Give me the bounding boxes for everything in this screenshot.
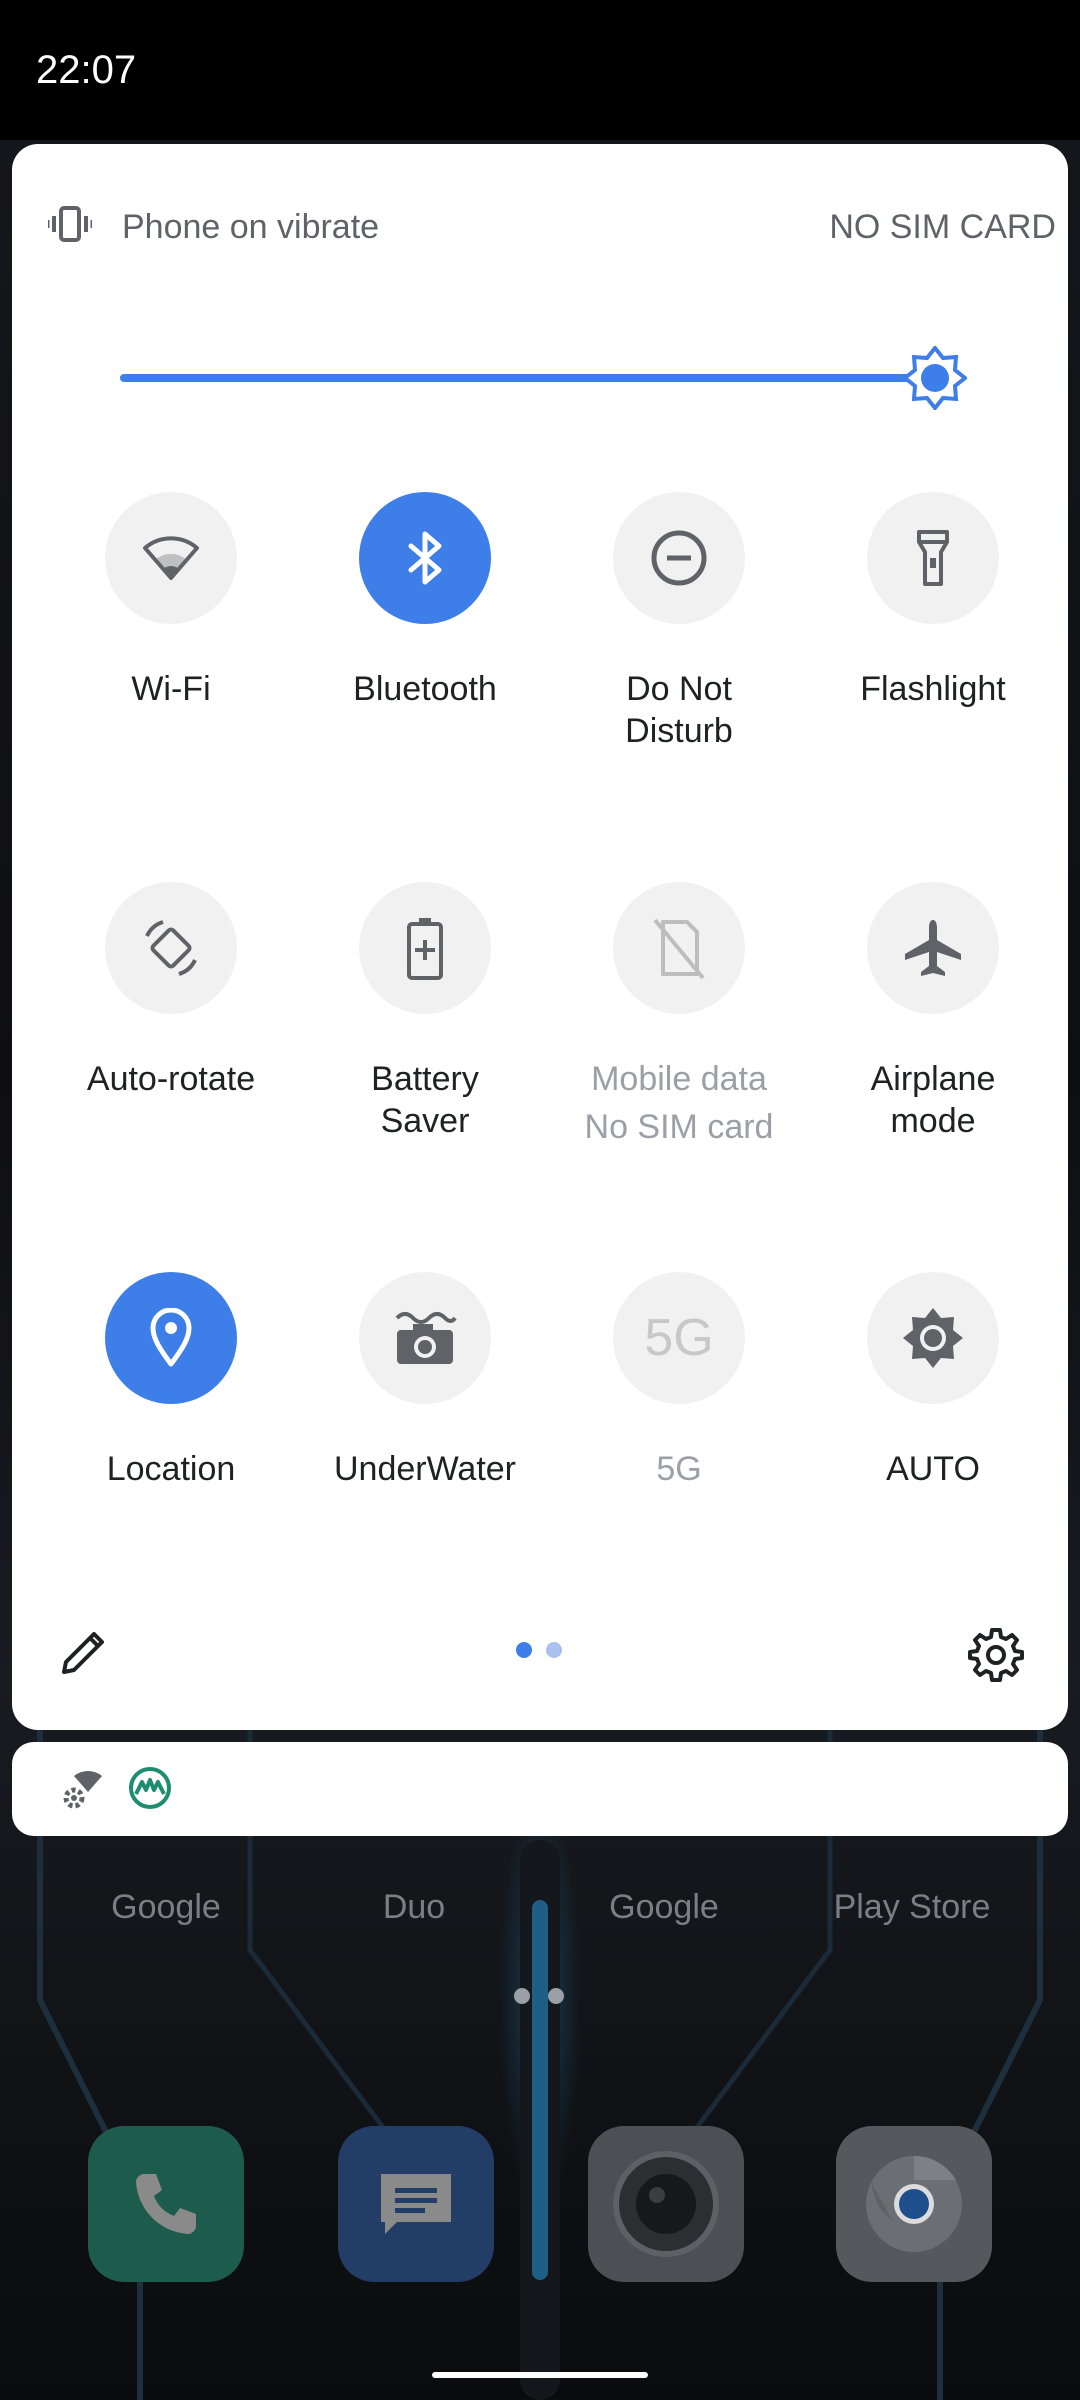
tile-auto-rotate-button[interactable]: [105, 882, 237, 1014]
tile-5g[interactable]: 5G 5G: [552, 1272, 806, 1490]
gesture-navigation-handle[interactable]: [432, 2372, 648, 2378]
edit-icon[interactable]: [56, 1624, 112, 1680]
tile-auto-brightness-button[interactable]: [867, 1272, 999, 1404]
tile-label: Location: [106, 1450, 236, 1488]
tile-wifi[interactable]: Wi-Fi: [44, 492, 298, 710]
carrier-text: NO SIM CARD: [829, 208, 1056, 246]
tile-underwater-button[interactable]: [359, 1272, 491, 1404]
tile-5g-button[interactable]: 5G: [613, 1272, 745, 1404]
tile-airplane-mode[interactable]: Airplane mode: [806, 882, 1060, 1142]
tile-dnd-button[interactable]: [613, 492, 745, 624]
tile-label: Wi-Fi: [131, 670, 211, 708]
auto-rotate-icon: [145, 920, 197, 976]
location-icon: [150, 1308, 192, 1367]
message-icon: [381, 2174, 451, 2234]
brightness-thumb-icon[interactable]: [903, 346, 967, 410]
qs-footer: [12, 1614, 1068, 1694]
tile-flashlight-button[interactable]: [867, 492, 999, 624]
airplane-icon: [905, 920, 961, 976]
tile-location[interactable]: Location: [44, 1272, 298, 1490]
tile-label: Flashlight: [860, 670, 1006, 708]
tile-label: Auto-rotate: [86, 1060, 256, 1098]
camera-lens-icon: [613, 2151, 719, 2257]
tile-label: Mobile data No SIM card: [584, 1060, 774, 1146]
tile-auto-rotate[interactable]: Auto-rotate: [44, 882, 298, 1100]
underwater-app-icon: [129, 1767, 171, 1809]
app-label-duo[interactable]: Duo: [304, 1888, 524, 1927]
app-label-google[interactable]: Google: [56, 1888, 276, 1927]
tile-label: UnderWater: [333, 1450, 517, 1488]
chrome-app-icon[interactable]: [836, 2126, 992, 2282]
brightness-slider[interactable]: [120, 338, 1000, 418]
tile-label: Battery Saver: [371, 1060, 479, 1140]
tile-label: Do Not Disturb: [625, 670, 733, 750]
app-label-play-store[interactable]: Play Store: [802, 1888, 1022, 1927]
notification-strip[interactable]: [12, 1742, 1068, 1836]
home-page-dot: [548, 1988, 564, 2004]
bluetooth-icon: [408, 531, 442, 585]
tile-label: Airplane mode: [870, 1060, 996, 1140]
quick-settings-panel: Phone on vibrate NO SIM CARD Wi-Fi Bluet…: [12, 144, 1068, 1730]
vibrate-icon[interactable]: [48, 204, 92, 244]
brightness-track[interactable]: [120, 374, 935, 382]
do-not-disturb-icon: [651, 530, 707, 586]
underwater-camera-icon: [395, 1312, 457, 1364]
page-indicator: [516, 1642, 576, 1662]
auto-brightness-icon: [903, 1308, 963, 1368]
camera-app-icon[interactable]: [588, 2126, 744, 2282]
tile-underwater[interactable]: UnderWater: [298, 1272, 552, 1490]
mobile-data-icon: [653, 918, 705, 980]
status-bar: 22:07: [0, 0, 1080, 140]
wifi-icon: [143, 536, 199, 580]
battery-saver-icon: [407, 918, 443, 980]
home-page-dot: [514, 1988, 530, 2004]
tile-battery-saver[interactable]: Battery Saver: [298, 882, 552, 1142]
messages-app-icon[interactable]: [338, 2126, 494, 2282]
tile-label: AUTO: [886, 1450, 980, 1488]
qs-header: Phone on vibrate NO SIM CARD: [36, 194, 1056, 254]
tile-bluetooth-button[interactable]: [359, 492, 491, 624]
tile-mobile-data[interactable]: Mobile data No SIM card: [552, 882, 806, 1148]
tile-auto-brightness[interactable]: AUTO: [806, 1272, 1060, 1490]
gear-icon[interactable]: [968, 1626, 1024, 1682]
tile-wifi-button[interactable]: [105, 492, 237, 624]
tile-battery-saver-button[interactable]: [359, 882, 491, 1014]
tile-do-not-disturb[interactable]: Do Not Disturb: [552, 492, 806, 752]
phone-icon: [136, 2174, 196, 2234]
status-clock: 22:07: [36, 48, 137, 92]
tile-flashlight[interactable]: Flashlight: [806, 492, 1060, 710]
page-dot-active: [516, 1642, 532, 1658]
phone-app-icon[interactable]: [88, 2126, 244, 2282]
tile-label: Bluetooth: [353, 670, 497, 708]
app-label-google-2[interactable]: Google: [554, 1888, 774, 1927]
tile-label: 5G: [656, 1450, 702, 1488]
ringer-mode-text: Phone on vibrate: [122, 208, 380, 246]
5g-icon: 5G: [644, 1309, 714, 1367]
chrome-icon: [866, 2155, 962, 2252]
flashlight-icon: [917, 530, 949, 586]
tile-bluetooth[interactable]: Bluetooth: [298, 492, 552, 710]
wifi-settings-icon: [63, 1770, 102, 1809]
tile-location-button[interactable]: [105, 1272, 237, 1404]
tile-airplane-button[interactable]: [867, 882, 999, 1014]
page-dot[interactable]: [546, 1642, 562, 1658]
tile-mobile-data-button[interactable]: [613, 882, 745, 1014]
